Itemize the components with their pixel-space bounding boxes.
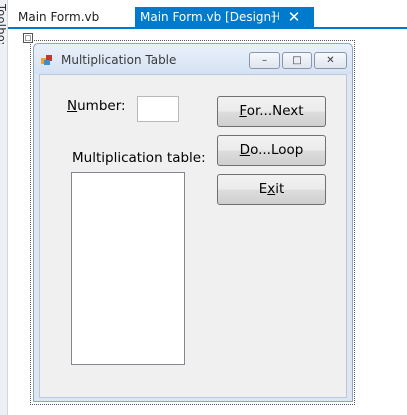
close-icon[interactable]: ✕ xyxy=(286,7,302,27)
tab-label: Main Form.vb [Design] xyxy=(140,10,276,24)
toolbox-label[interactable]: Toolbox xyxy=(0,4,8,44)
maximize-button[interactable]: □ xyxy=(282,52,312,69)
do-loop-button[interactable]: Do...Loop xyxy=(217,135,326,166)
toolbox-strip[interactable]: Toolbox xyxy=(0,0,8,415)
tab-label: Main Form.vb xyxy=(18,10,100,24)
form-window[interactable]: Multiplication Table – □ ✕ Number: Multi… xyxy=(33,43,353,402)
tab-main-form-code[interactable]: Main Form.vb xyxy=(8,7,130,27)
pin-icon[interactable]: ⊣ xyxy=(268,7,282,27)
number-label: Number: xyxy=(67,98,126,114)
tab-main-form-design[interactable]: Main Form.vb [Design] ⊣ ✕ xyxy=(135,7,314,27)
multiplication-table-label: Multiplication table: xyxy=(72,150,206,166)
form-title: Multiplication Table xyxy=(61,53,177,67)
exit-button[interactable]: Exit xyxy=(217,174,326,205)
number-textbox[interactable] xyxy=(137,96,179,122)
form-client-area[interactable]: Number: Multiplication table: For...Next… xyxy=(39,74,347,398)
form-icon xyxy=(41,55,52,65)
close-window-button[interactable]: ✕ xyxy=(314,52,347,69)
minimize-button[interactable]: – xyxy=(249,52,280,69)
multiplication-table-listbox[interactable] xyxy=(71,172,185,365)
move-glyph-icon[interactable]: □ xyxy=(23,33,33,43)
form-titlebar[interactable]: Multiplication Table – □ ✕ xyxy=(34,44,352,74)
document-tabstrip: Main Form.vb Main Form.vb [Design] ⊣ ✕ xyxy=(8,0,407,27)
for-next-button[interactable]: For...Next xyxy=(217,96,326,127)
